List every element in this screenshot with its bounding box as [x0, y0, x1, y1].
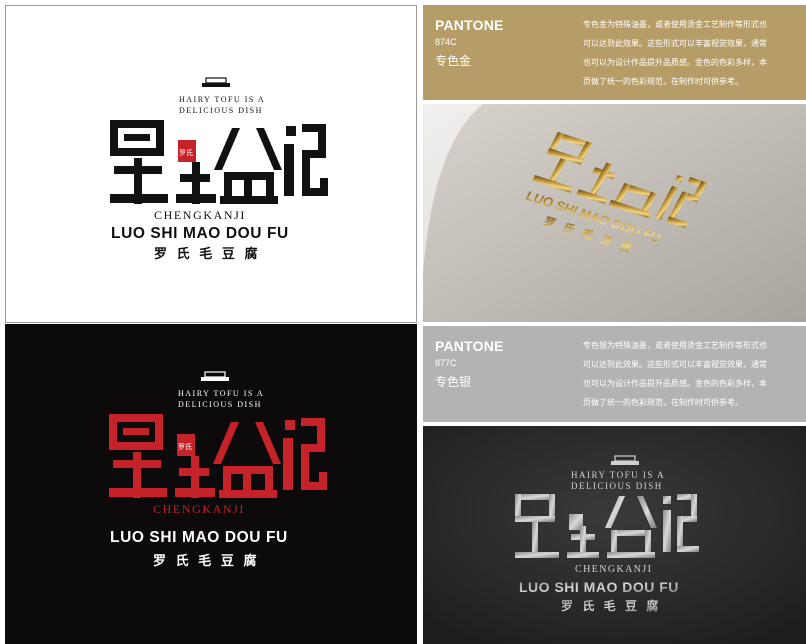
gold-pantone-label: PANTONE [435, 17, 504, 33]
gold-card-image: LUO SHI MAO DOU FU 罗 氏 毛 豆 腐 [423, 104, 806, 322]
sub-brand: CHENGKANJI [154, 208, 246, 222]
sub-brand: CHENGKANJI [153, 502, 245, 516]
tagline-line1: HAIRY TOFU IS A [179, 95, 265, 104]
gold-foil-mockup: LUO SHI MAO DOU FU 罗 氏 毛 豆 腐 [423, 104, 806, 322]
sub-brand: CHENGKANJI [575, 564, 652, 575]
silver-color-name: 专色银 [435, 375, 472, 389]
tagline-line1: HAIRY TOFU IS A [178, 389, 264, 398]
glyph-shi [176, 162, 216, 204]
desc-line: 可以达到此效果。这些形式可以丰富视觉效果，通常 [583, 360, 767, 369]
silver-foil-mockup: HAIRY TOFU IS A DELICIOUS DISH CHENGKANJ… [423, 426, 806, 644]
tagline-line2: DELICIOUS DISH [178, 400, 262, 409]
desc-line: 页做了统一的色彩规范，在制作时可供参考。 [583, 77, 743, 86]
gold-pantone-code: 874C [435, 37, 457, 47]
glyph-shi [175, 456, 215, 498]
pinyin-name: LUO SHI MAO DOU FU [519, 579, 679, 595]
silver-description: 专色银为特殊油墨，或者使用烫金工艺制作等形式也 可以达到此效果。这些形式可以丰富… [583, 336, 799, 412]
paper-card [423, 104, 806, 322]
brand-logo-red: HAIRY TOFU IS A DELICIOUS DISH 罗氏 CHENGK… [105, 370, 330, 576]
desc-line: 专色银为特殊油墨，或者使用烫金工艺制作等形式也 [583, 341, 767, 350]
chinese-name: 罗 氏 毛 豆 腐 [153, 553, 259, 568]
pinyin-name: LUO SHI MAO DOU FU [111, 225, 289, 242]
silver-swatch-panel: PANTONE 877C 专色银 专色银为特殊油墨，或者使用烫金工艺制作等形式也… [423, 326, 806, 422]
seal-text: 罗氏 [178, 442, 192, 451]
silver-pantone-code: 877C [435, 358, 457, 368]
glyph-ji [284, 124, 328, 196]
tagline-line2: DELICIOUS DISH [179, 106, 263, 115]
logo-mark: HAIRY TOFU IS A DELICIOUS DISH 罗氏 CHENGK… [110, 77, 328, 261]
tofu-icon [201, 371, 229, 381]
desc-line: 可以达到此效果。这些形式可以丰富视觉效果，通常 [583, 39, 767, 48]
glyph-mao [213, 422, 281, 498]
tagline-line1: HAIRY TOFU IS A [571, 470, 665, 480]
glyph-mao [214, 128, 282, 204]
desc-line: 也可以为设计作品提升品质感。金色的色彩多样，本 [583, 58, 767, 67]
pinyin-name: LUO SHI MAO DOU FU [110, 529, 288, 546]
glyph-luo [109, 414, 167, 498]
gold-color-name: 专色金 [435, 54, 472, 68]
tofu-icon [202, 77, 230, 87]
seal-text: 罗氏 [179, 148, 193, 157]
logo-panel-black: HAIRY TOFU IS A DELICIOUS DISH 罗氏 CHENGK… [5, 324, 417, 644]
desc-line: 页做了统一的色彩规范，在制作时可供参考。 [583, 398, 743, 407]
glyph-luo [110, 120, 168, 204]
chinese-name: 罗 氏 毛 豆 腐 [561, 598, 661, 613]
brand-logo-black: HAIRY TOFU IS A DELICIOUS DISH 罗氏 CHENGK… [106, 74, 331, 264]
glyph-ji [283, 418, 327, 490]
gold-swatch-panel: PANTONE 874C 专色金 专色金为特殊油墨，或者使用烫金工艺制作等形式也… [423, 5, 806, 100]
desc-line: 也可以为设计作品提升品质感。金色的色彩多样，本 [583, 379, 767, 388]
logo-panel-white: HAIRY TOFU IS A DELICIOUS DISH 罗氏 CHENGK… [5, 5, 417, 323]
silver-pantone-label: PANTONE [435, 338, 504, 354]
logo-mark-red: HAIRY TOFU IS A DELICIOUS DISH 罗氏 CHENGK… [109, 371, 327, 568]
silver-card-image: HAIRY TOFU IS A DELICIOUS DISH CHENGKANJ… [423, 426, 806, 644]
tagline-line2: DELICIOUS DISH [571, 481, 663, 491]
chinese-name: 罗 氏 毛 豆 腐 [154, 246, 260, 261]
desc-line: 专色金为特殊油墨，或者使用烫金工艺制作等形式也 [583, 20, 767, 29]
gold-description: 专色金为特殊油墨，或者使用烫金工艺制作等形式也 可以达到此效果。这些形式可以丰富… [583, 15, 799, 91]
